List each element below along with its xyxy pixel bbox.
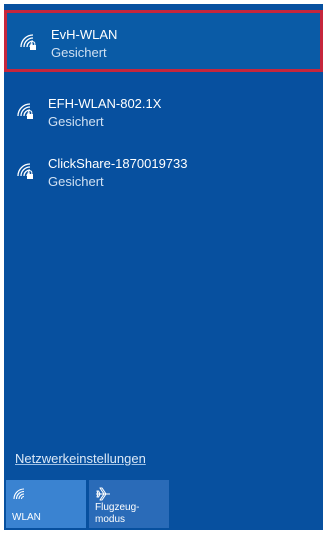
network-settings-link[interactable]: Netzwerkeinstellungen xyxy=(15,451,146,466)
network-status: Gesichert xyxy=(48,174,104,189)
wifi-secured-icon xyxy=(17,103,33,119)
wlan-toggle-button[interactable]: WLAN xyxy=(6,480,86,528)
network-item-evh-wlan[interactable]: EvH-WLAN Gesichert xyxy=(4,10,323,72)
wifi-secured-icon xyxy=(20,34,36,50)
flight-mode-label-line1: Flugzeug- xyxy=(95,502,140,513)
flight-mode-toggle-button[interactable]: Flugzeug- modus xyxy=(89,480,169,528)
wifi-secured-icon xyxy=(17,163,33,179)
flight-mode-label-line2: modus xyxy=(95,514,126,525)
network-item-efh-wlan-8021x[interactable]: EFH-WLAN-802.1X Gesichert xyxy=(4,82,323,144)
network-item-clickshare[interactable]: ClickShare-1870019733 Gesichert xyxy=(4,142,323,204)
network-name: ClickShare-1870019733 xyxy=(48,156,188,171)
network-name: EvH-WLAN xyxy=(51,27,118,42)
network-status: Gesichert xyxy=(51,45,107,60)
network-name: EFH-WLAN-802.1X xyxy=(48,96,162,111)
wifi-icon xyxy=(13,488,25,500)
network-flyout: EvH-WLAN Gesichert EFH-WLAN-802.1X Gesic… xyxy=(4,4,323,530)
wlan-label: WLAN xyxy=(12,512,41,523)
airplane-icon xyxy=(96,487,110,501)
network-status: Gesichert xyxy=(48,114,104,129)
